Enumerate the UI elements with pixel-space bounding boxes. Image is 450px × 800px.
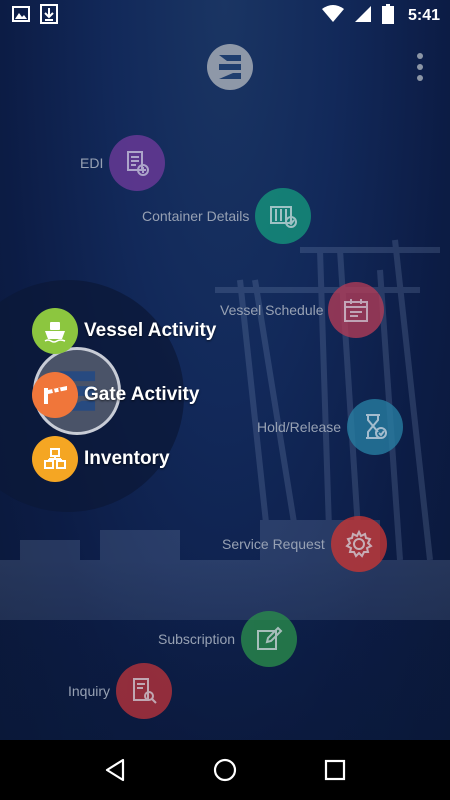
dial-label-vessel-schedule: Vessel Schedule [220, 302, 324, 318]
gate-barrier-icon [32, 372, 78, 418]
overflow-menu-icon[interactable] [408, 50, 432, 84]
menu-item-gate-activity[interactable]: Gate Activity [32, 372, 199, 418]
app-logo-icon[interactable] [207, 44, 253, 90]
gear-icon [330, 516, 387, 572]
dial-label-inquiry: Inquiry [68, 683, 111, 699]
inventory-boxes-icon [32, 436, 78, 482]
dial-item-subscription[interactable]: Subscription [158, 611, 298, 667]
ship-icon [32, 308, 78, 354]
dial-item-container-details[interactable]: Container Details [142, 188, 312, 244]
dial-label-service-request: Service Request [222, 536, 325, 552]
hourglass-check-icon [347, 399, 404, 455]
edi-document-icon [109, 135, 166, 191]
status-bar: 5:41 [0, 0, 450, 32]
dial-item-inquiry[interactable]: Inquiry [68, 663, 173, 719]
dial-label-subscription: Subscription [158, 631, 236, 647]
status-time: 5:41 [407, 7, 440, 24]
calendar-icon [327, 282, 384, 338]
signal-icon [354, 5, 372, 28]
dial-item-hold-release[interactable]: Hold/Release [257, 399, 404, 455]
edit-icon [241, 611, 298, 667]
menu-item-vessel-activity[interactable]: Vessel Activity [32, 308, 216, 354]
dial-label-container-details: Container Details [142, 208, 250, 224]
image-icon [12, 5, 30, 28]
dial-label-edi: EDI [80, 155, 104, 171]
dial-label-hold-release: Hold/Release [257, 419, 342, 435]
dial-item-vessel-schedule[interactable]: Vessel Schedule [220, 282, 384, 338]
container-icon [255, 188, 312, 244]
menu-label-vessel-activity: Vessel Activity [84, 320, 217, 341]
app-screen: 5:41 EDI Container Details Vessel Schedu… [0, 0, 450, 800]
menu-item-inventory[interactable]: Inventory [32, 436, 170, 482]
wifi-icon [321, 4, 344, 28]
search-document-icon [116, 663, 173, 719]
menu-label-inventory: Inventory [84, 448, 170, 469]
back-icon[interactable] [95, 750, 135, 790]
menu-label-gate-activity: Gate Activity [84, 384, 200, 405]
battery-icon [381, 3, 394, 29]
system-nav-bar [0, 740, 450, 800]
recents-icon[interactable] [315, 750, 355, 790]
home-icon[interactable] [205, 750, 245, 790]
dial-item-service-request[interactable]: Service Request [222, 516, 387, 572]
download-icon [40, 3, 58, 29]
dial-item-edi[interactable]: EDI [80, 135, 166, 191]
